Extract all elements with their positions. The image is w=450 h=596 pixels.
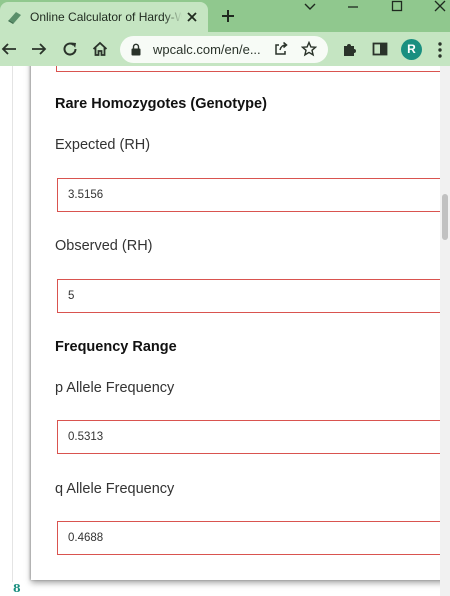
previous-input-field[interactable] — [56, 66, 450, 72]
plus-icon[interactable] — [219, 7, 237, 25]
observed-rh-value: 5 — [68, 290, 75, 302]
rare-homozygotes-heading: Rare Homozygotes (Genotype) — [55, 96, 267, 112]
scrollbar-thumb[interactable] — [442, 194, 448, 240]
kebab-menu-icon[interactable] — [434, 41, 446, 59]
side-panel-icon[interactable] — [371, 40, 389, 58]
calculator-card: Rare Homozygotes (Genotype) Expected (RH… — [31, 66, 450, 580]
browser-toolbar: wpcalc.com/en/e... R — [0, 32, 450, 66]
share-icon[interactable] — [273, 41, 289, 57]
observed-rh-label: Observed (RH) — [55, 238, 153, 254]
observed-rh-input[interactable]: 5 — [57, 279, 450, 313]
q-allele-label: q Allele Frequency — [55, 481, 175, 497]
reload-icon[interactable] — [61, 40, 79, 58]
forward-arrow-icon[interactable] — [30, 40, 48, 58]
tab-title: Online Calculator of Hardy-Weinberg — [30, 10, 182, 24]
expected-rh-label: Expected (RH) — [55, 137, 151, 153]
p-allele-value: 0.5313 — [68, 431, 104, 443]
url-text: wpcalc.com/en/e... — [153, 42, 261, 57]
address-bar[interactable]: wpcalc.com/en/e... — [120, 36, 328, 63]
calculator-favicon-icon — [8, 12, 21, 24]
q-allele-value: 0.4688 — [68, 532, 104, 544]
maximize-icon[interactable] — [387, 0, 407, 14]
star-icon[interactable] — [301, 41, 317, 57]
browser-tab[interactable]: Online Calculator of Hardy-Weinberg — [0, 2, 208, 32]
page-scrollbar[interactable] — [440, 66, 450, 596]
close-icon[interactable] — [185, 10, 199, 24]
frequency-range-heading: Frequency Range — [55, 339, 177, 355]
page-divider — [12, 66, 13, 582]
lock-icon[interactable] — [130, 43, 142, 56]
puzzle-icon[interactable] — [341, 40, 359, 58]
expected-rh-input[interactable]: 3.5156 — [57, 178, 450, 212]
page-viewport: Rare Homozygotes (Genotype) Expected (RH… — [0, 66, 450, 596]
tab-strip: Online Calculator of Hardy-Weinberg — [0, 0, 450, 32]
expected-rh-value: 3.5156 — [68, 189, 104, 201]
p-allele-input[interactable]: 0.5313 — [57, 420, 450, 454]
q-allele-input[interactable]: 0.4688 — [57, 521, 450, 555]
minimize-icon[interactable] — [343, 0, 363, 14]
close-window-icon[interactable] — [430, 0, 450, 14]
back-arrow-icon[interactable] — [0, 40, 18, 58]
profile-avatar[interactable]: R — [401, 39, 422, 60]
page-number: 8 — [13, 582, 21, 595]
p-allele-label: p Allele Frequency — [55, 380, 175, 396]
home-icon[interactable] — [91, 40, 109, 58]
chevron-down-icon[interactable] — [300, 0, 320, 14]
